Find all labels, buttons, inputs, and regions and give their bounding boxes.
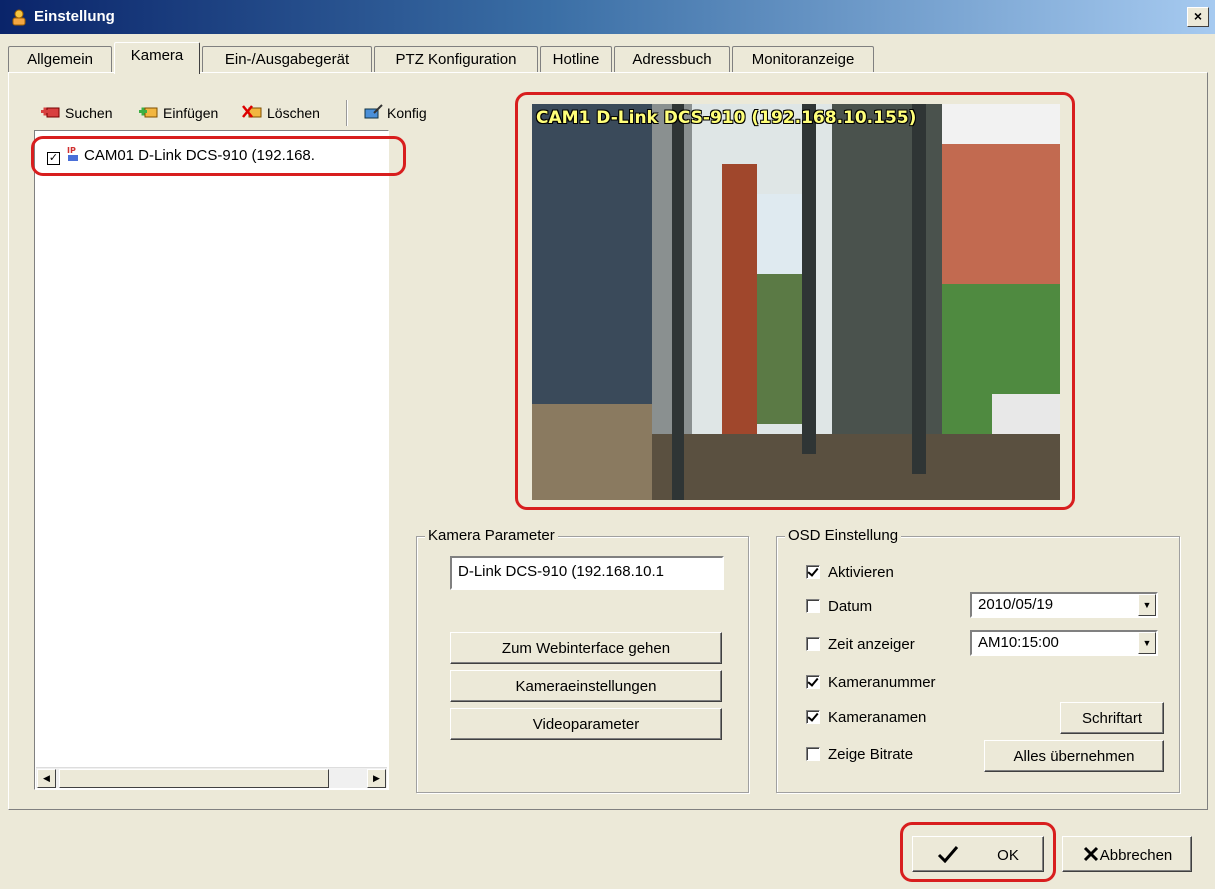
cancel-button[interactable]: Abbrechen: [1062, 836, 1192, 872]
osd-camnum-row[interactable]: Kameranummer: [806, 672, 936, 694]
delete-button[interactable]: Löschen: [242, 102, 320, 124]
delete-camera-icon: [242, 105, 262, 118]
toolbar-separator: [346, 100, 348, 126]
osd-activate-row[interactable]: Aktivieren: [806, 562, 894, 584]
title-bar[interactable]: Einstellung ×: [0, 0, 1215, 34]
bitrate-checkbox[interactable]: [806, 747, 820, 761]
camera-number-checkbox[interactable]: [806, 675, 820, 689]
time-checkbox[interactable]: [806, 637, 820, 651]
scroll-right-icon[interactable]: ▶: [367, 769, 386, 788]
tab-hotline[interactable]: Hotline: [540, 46, 612, 73]
apply-all-button[interactable]: Alles übernehmen: [984, 740, 1164, 772]
cross-icon: [1083, 846, 1098, 861]
search-camera-icon: [41, 107, 60, 118]
webinterface-button[interactable]: Zum Webinterface gehen: [450, 632, 722, 664]
osd-settings-title: OSD Einstellung: [785, 527, 902, 545]
activate-checkbox[interactable]: [806, 565, 820, 579]
osd-bitrate-row[interactable]: Zeige Bitrate: [806, 744, 913, 766]
app-icon: [12, 9, 26, 26]
camera-preview: [532, 104, 1060, 500]
search-button[interactable]: Suchen: [40, 102, 112, 124]
camera-name-field[interactable]: D-Link DCS-910 (192.168.10.1: [450, 556, 724, 590]
chevron-down-icon[interactable]: ▼: [1138, 632, 1156, 654]
camera-image: [532, 104, 1060, 500]
camera-checkbox[interactable]: ✓: [47, 152, 60, 165]
tab-monitoranzeige[interactable]: Monitoranzeige: [732, 46, 874, 73]
date-checkbox[interactable]: [806, 599, 820, 613]
svg-text:IP: IP: [67, 146, 76, 155]
insert-button[interactable]: Einfügen: [138, 102, 218, 124]
checkmark-icon: [938, 845, 959, 863]
scroll-left-icon[interactable]: ◀: [37, 769, 56, 788]
time-select[interactable]: AM10:15:00 ▼: [970, 630, 1158, 656]
osd-camname-row[interactable]: Kameranamen: [806, 707, 926, 729]
config-button[interactable]: Konfig: [362, 102, 427, 124]
video-parameter-button[interactable]: Videoparameter: [450, 708, 722, 740]
tab-allgemein[interactable]: Allgemein: [8, 46, 112, 73]
tab-ptz-konfiguration[interactable]: PTZ Konfiguration: [374, 46, 538, 73]
camera-name-checkbox[interactable]: [806, 710, 820, 724]
ok-button[interactable]: OK: [912, 836, 1044, 872]
camera-settings-button[interactable]: Kameraeinstellungen: [450, 670, 722, 702]
tab-adressbuch[interactable]: Adressbuch: [614, 46, 730, 73]
close-button[interactable]: ×: [1187, 7, 1209, 27]
osd-date-row[interactable]: Datum: [806, 596, 872, 618]
scroll-thumb[interactable]: [59, 769, 329, 788]
close-icon: ×: [1193, 8, 1203, 24]
horizontal-scrollbar[interactable]: ◀ ▶: [36, 767, 387, 788]
chevron-down-icon[interactable]: ▼: [1138, 594, 1156, 616]
ip-camera-icon: IP: [66, 145, 80, 170]
list-item[interactable]: ✓ IP CAM01 D-Link DCS-910 (192.168.: [47, 145, 315, 167]
font-button[interactable]: Schriftart: [1060, 702, 1164, 734]
window-title: Einstellung: [34, 8, 115, 25]
camera-item-label: CAM01 D-Link DCS-910 (192.168.: [84, 147, 315, 164]
tab-kamera[interactable]: Kamera: [114, 42, 200, 74]
preview-overlay-label: CAM1 D-Link DCS-910 (192.168.10.155): [536, 108, 917, 128]
date-select[interactable]: 2010/05/19 ▼: [970, 592, 1158, 618]
camera-parameter-title: Kamera Parameter: [425, 527, 558, 545]
settings-dialog: Einstellung × Allgemein Kamera Ein-/Ausg…: [0, 0, 1215, 889]
config-camera-icon: [364, 104, 383, 119]
camera-list[interactable]: ✓ IP CAM01 D-Link DCS-910 (192.168. ◀ ▶: [34, 130, 389, 790]
add-camera-icon: [139, 107, 158, 118]
osd-time-row[interactable]: Zeit anzeiger: [806, 634, 915, 656]
tab-ein-ausgabegeraet[interactable]: Ein-/Ausgabegerät: [202, 46, 372, 73]
